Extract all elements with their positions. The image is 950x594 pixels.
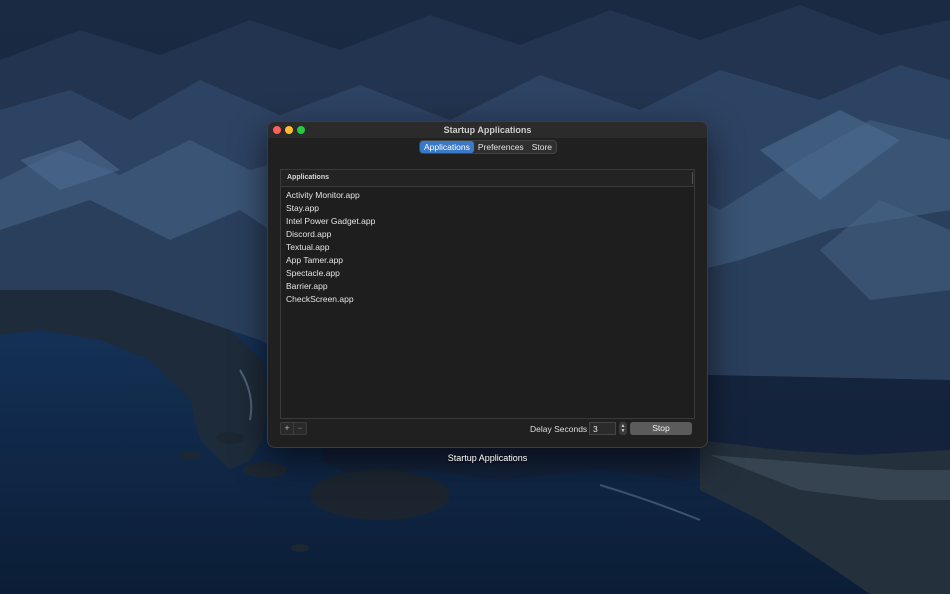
table-row[interactable]: Textual.app	[281, 241, 694, 254]
chevron-down-icon[interactable]: ▼	[621, 428, 626, 434]
column-divider	[692, 172, 693, 184]
table-row[interactable]: Spectacle.app	[281, 267, 694, 280]
window-title: Startup Applications	[443, 125, 532, 135]
table-row[interactable]: Stay.app	[281, 202, 694, 215]
table-row[interactable]: Discord.app	[281, 228, 694, 241]
add-remove-control: + −	[280, 422, 307, 435]
tab-applications[interactable]: Applications	[420, 141, 474, 153]
up-down-chevron-icon[interactable]: ▲ ▼	[619, 422, 627, 435]
table-rows: Activity Monitor.app Stay.app Intel Powe…	[281, 187, 694, 306]
table-row[interactable]: App Tamer.app	[281, 254, 694, 267]
startup-applications-window: Startup Applications Applications Prefer…	[267, 121, 708, 448]
bottom-bar: + − Delay Seconds ▲ ▼ Stop	[280, 422, 695, 436]
tab-preferences[interactable]: Preferences	[474, 141, 528, 153]
desktop: Startup Applications Applications Prefer…	[0, 0, 950, 594]
table-row[interactable]: Intel Power Gadget.app	[281, 215, 694, 228]
column-header-applications: Applications	[287, 174, 330, 181]
applications-table: Applications Activity Monitor.app Stay.a…	[280, 169, 695, 419]
title-bar[interactable]: Startup Applications	[268, 122, 707, 138]
delay-seconds-input[interactable]	[589, 422, 616, 435]
stop-button[interactable]: Stop	[630, 422, 692, 435]
tab-bar: Applications Preferences Store	[419, 140, 558, 154]
window-caption: Startup Applications	[447, 453, 528, 463]
table-row[interactable]: Barrier.app	[281, 280, 694, 293]
delay-seconds-label: Delay Seconds	[530, 424, 588, 434]
table-header[interactable]: Applications	[281, 170, 694, 187]
table-row[interactable]: Activity Monitor.app	[281, 189, 694, 202]
remove-button[interactable]: −	[293, 423, 306, 434]
add-button[interactable]: +	[281, 423, 293, 434]
tab-store[interactable]: Store	[528, 141, 556, 153]
table-row[interactable]: CheckScreen.app	[281, 293, 694, 306]
